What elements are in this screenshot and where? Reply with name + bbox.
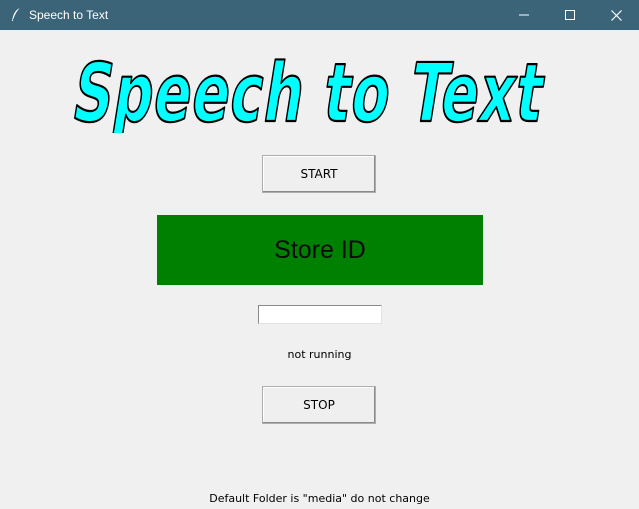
start-button[interactable]: START [262, 155, 376, 193]
speech-to-text-logo: Speech to Text [66, 37, 556, 142]
footer-note: Default Folder is "media" do not change [209, 492, 430, 505]
window-title: Speech to Text [29, 8, 109, 22]
maximize-icon [565, 10, 575, 20]
status-label: not running [287, 348, 352, 361]
feather-icon [9, 7, 23, 23]
close-button[interactable] [593, 0, 639, 30]
minimize-icon [519, 14, 529, 16]
store-id-button[interactable]: Store ID [157, 215, 483, 285]
title-bar[interactable]: Speech to Text [0, 0, 639, 30]
logo-text: Speech to Text [67, 45, 552, 133]
stop-button[interactable]: STOP [262, 386, 376, 424]
id-input[interactable] [258, 305, 382, 324]
close-icon [610, 9, 622, 21]
minimize-button[interactable] [501, 0, 547, 30]
maximize-button[interactable] [547, 0, 593, 30]
